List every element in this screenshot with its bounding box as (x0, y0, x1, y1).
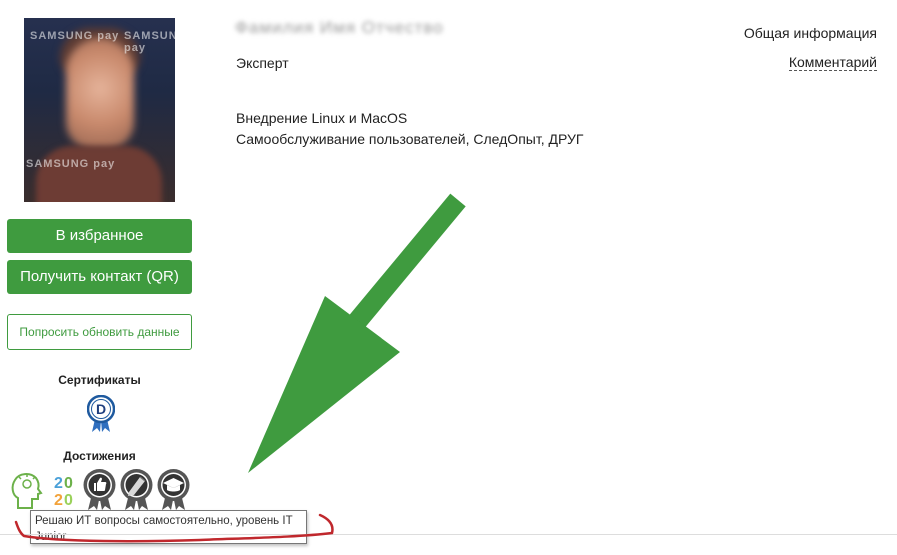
pencil-medal-icon[interactable] (119, 468, 154, 510)
profile-name: Фамилия Имя Отчество (235, 18, 585, 40)
svg-text:0: 0 (64, 492, 73, 509)
svg-text:2: 2 (54, 475, 63, 492)
add-to-favorites-button[interactable]: В избранное (7, 219, 192, 253)
certificates-heading: Сертификаты (58, 373, 141, 387)
request-update-button[interactable]: Попросить обновить данные (7, 314, 192, 350)
d-rosette-letter: D (96, 401, 106, 417)
thumbs-up-medal-icon[interactable] (82, 468, 117, 510)
svg-text:2: 2 (54, 492, 63, 509)
general-info-link[interactable]: Общая информация (744, 25, 877, 41)
achievements-heading: Достижения (63, 449, 136, 463)
green-arrow-annotation (248, 193, 466, 473)
avatar-watermark: SAMSUNG pay (26, 158, 116, 170)
profile-avatar: SAMSUNG pay SAMSUNG pay SAMSUNG pay (24, 18, 175, 202)
get-contact-qr-button[interactable]: Получить контакт (QR) (7, 260, 192, 294)
avatar-watermark: SAMSUNG pay (30, 30, 120, 42)
svg-text:0: 0 (64, 475, 73, 492)
achievements-list: 2 0 2 0 (8, 468, 198, 510)
lightbulb-head-icon[interactable] (8, 468, 43, 510)
profile-name-text: Фамилия Имя Отчество (235, 18, 444, 37)
graduation-cap-medal-icon[interactable] (156, 468, 191, 510)
bottom-divider (0, 534, 897, 535)
avatar-watermark: SAMSUNG pay (124, 30, 175, 54)
year-2020-icon[interactable]: 2 0 2 0 (46, 468, 81, 510)
skill-item: Внедрение Linux и MacOS (236, 110, 408, 126)
d-rosette-icon[interactable]: D (87, 395, 115, 433)
achievement-tooltip: Решаю ИТ вопросы самостоятельно, уровень… (30, 510, 307, 544)
comment-link[interactable]: Комментарий (788, 54, 877, 71)
profile-skills: Внедрение Linux и MacOS Самообслуживание… (236, 108, 583, 150)
profile-role: Эксперт (236, 55, 289, 71)
skill-item: Самообслуживание пользователей, СледОпыт… (236, 131, 584, 147)
